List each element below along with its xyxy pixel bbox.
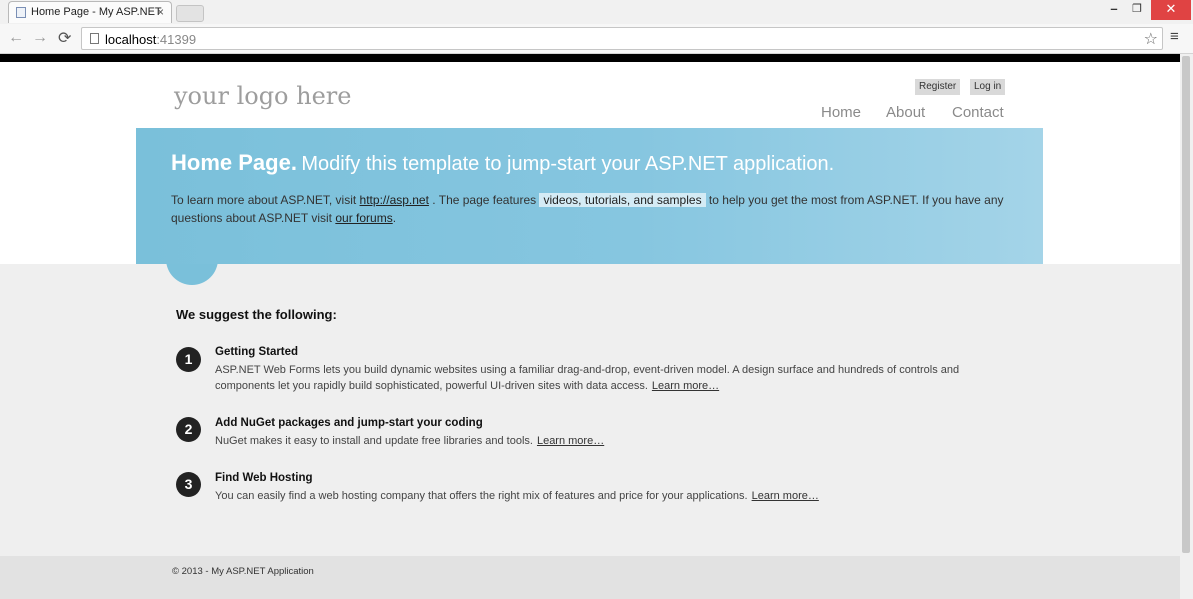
featured-text-part: . <box>392 211 397 225</box>
featured-title-strong: Home Page. <box>171 150 297 175</box>
learn-more-link[interactable]: Learn more… <box>752 490 819 502</box>
step-description: ASP.NET Web Forms lets you build dynamic… <box>215 362 1015 394</box>
reload-icon[interactable]: ⟳ <box>58 28 71 48</box>
nav-home-link[interactable]: Home <box>821 104 861 121</box>
step-title: Add NuGet packages and jump-start your c… <box>215 417 483 429</box>
browser-tab[interactable]: Home Page - My ASP.NET × <box>8 1 172 23</box>
scrollbar-thumb[interactable] <box>1182 56 1190 553</box>
register-link[interactable]: Register <box>915 79 961 95</box>
step-text: ASP.NET Web Forms lets you build dynamic… <box>215 364 960 392</box>
step-description: You can easily find a web hosting compan… <box>215 488 1015 504</box>
browser-toolbar: ← → ⟳ localhost:41399 ☆ ≡ <box>0 24 1193 54</box>
url-host: localhost <box>105 32 157 47</box>
featured-text-part: To learn more about ASP.NET, visit <box>171 193 357 207</box>
step-number-badge: 2 <box>176 417 201 442</box>
step-number-badge: 1 <box>176 347 201 372</box>
featured-title-rest: Modify this template to jump-start your … <box>301 153 835 175</box>
bookmark-star-icon[interactable]: ☆ <box>1144 29 1158 49</box>
featured-text: To learn more about ASP.NET, visit http:… <box>171 191 1011 227</box>
step-title: Getting Started <box>215 346 299 358</box>
step-number-badge: 3 <box>176 472 201 497</box>
minimize-button[interactable]: – <box>1103 0 1125 20</box>
featured-highlight[interactable]: videos, tutorials, and samples <box>539 193 706 207</box>
page-favicon-icon <box>16 7 26 18</box>
back-arrow-icon[interactable]: ← <box>8 29 24 47</box>
suggest-heading: We suggest the following: <box>176 307 337 322</box>
address-bar[interactable]: localhost:41399 ☆ <box>81 27 1163 50</box>
login-link[interactable]: Log in <box>970 79 1006 95</box>
featured-banner: Home Page. Modify this template to jump-… <box>136 128 1043 264</box>
footer <box>0 556 1180 599</box>
learn-more-link[interactable]: Learn more… <box>537 435 604 447</box>
close-window-button[interactable]: ✕ <box>1151 0 1191 20</box>
step-text: NuGet makes it easy to install and updat… <box>215 435 533 447</box>
restore-button[interactable]: ❐ <box>1126 0 1148 20</box>
learn-more-link[interactable]: Learn more… <box>652 380 719 392</box>
url-port: :41399 <box>156 32 197 47</box>
top-black-bar <box>0 54 1180 62</box>
site-logo[interactable]: your logo here <box>174 82 351 110</box>
step-title: Find Web Hosting <box>215 472 313 484</box>
step-description: NuGet makes it easy to install and updat… <box>215 433 1015 449</box>
new-tab-button[interactable] <box>176 5 204 22</box>
tab-close-icon[interactable]: × <box>157 5 164 19</box>
featured-text-part: . The page features <box>432 193 537 207</box>
nav-contact-link[interactable]: Contact <box>952 104 1004 121</box>
asp-net-link[interactable]: http://asp.net <box>360 193 429 207</box>
page-scrollbar[interactable] <box>1180 54 1193 599</box>
tab-title: Home Page - My ASP.NET <box>31 6 162 18</box>
nav-about-link[interactable]: About <box>886 104 925 121</box>
url-text: localhost:41399 <box>105 32 196 47</box>
forums-link[interactable]: our forums <box>335 211 392 225</box>
footer-copyright: © 2013 - My ASP.NET Application <box>172 566 314 577</box>
forward-arrow-icon[interactable]: → <box>32 29 48 47</box>
page-icon <box>90 33 99 44</box>
browser-tab-strip: Home Page - My ASP.NET × – ❐ ✕ <box>0 0 1193 24</box>
featured-title: Home Page. Modify this template to jump-… <box>171 150 834 176</box>
step-text: You can easily find a web hosting compan… <box>215 490 748 502</box>
browser-menu-icon[interactable]: ≡ <box>1170 28 1179 45</box>
